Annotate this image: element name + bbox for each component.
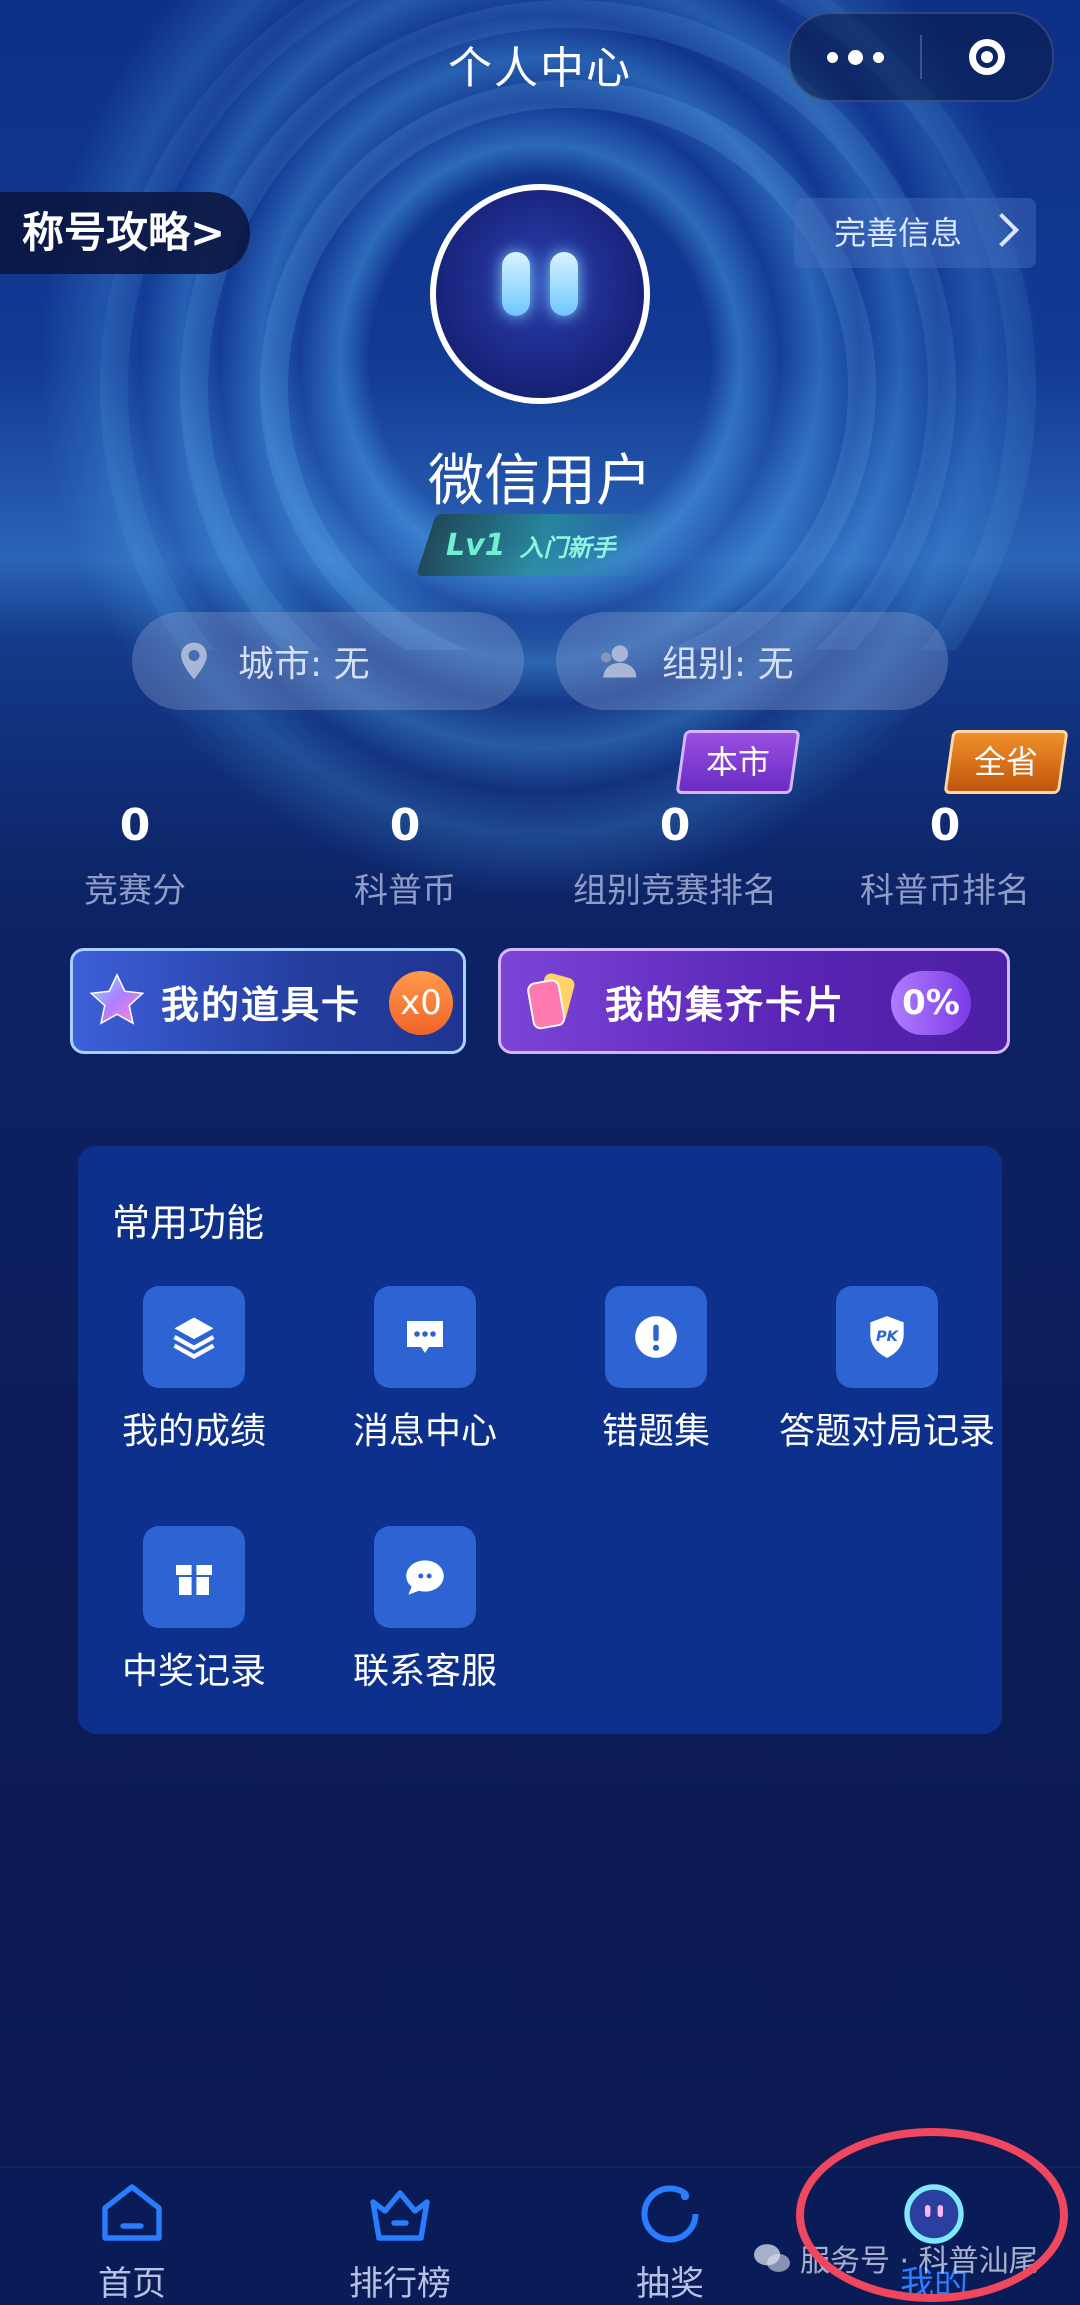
function-label: 答题对局记录 [778, 1411, 995, 1452]
tab-leaderboard[interactable]: 排行榜 [320, 2178, 480, 2305]
city-scope-tag: 本市 [675, 730, 801, 794]
stat-value: 0 [659, 800, 691, 851]
stat-coin-rank[interactable]: 0 科普币排名 [810, 800, 1080, 912]
pk-shield-icon: PK [870, 1316, 904, 1358]
function-label: 消息中心 [352, 1411, 497, 1452]
prop-cards-button[interactable]: 我的道具卡 x0 [70, 948, 466, 1054]
username: 微信用户 [428, 449, 652, 514]
svg-text:PK: PK [876, 1328, 900, 1345]
collected-cards-button[interactable]: 我的集齐卡片 0% [498, 948, 1010, 1054]
stat-group-rank[interactable]: 0 组别竞赛排名 [540, 800, 810, 912]
exclamation-icon [635, 1316, 677, 1358]
city-label: 城市: 无 [238, 644, 370, 685]
avatar-eye-right [550, 252, 578, 316]
function-label: 联系客服 [352, 1651, 497, 1692]
rank-title: 入门新手 [519, 533, 616, 562]
stat-competition-score[interactable]: 0 竞赛分 [0, 800, 270, 912]
prop-cards-label: 我的道具卡 [161, 982, 362, 1027]
message-icon [407, 1321, 443, 1353]
tab-label: 排行榜 [349, 2264, 451, 2304]
collected-cards-label: 我的集齐卡片 [605, 982, 846, 1027]
chat-bubble-icon [406, 1560, 444, 1595]
function-prize-records[interactable]: 中奖记录 [78, 1526, 310, 1694]
function-label: 我的成绩 [121, 1411, 266, 1452]
tab-label: 抽奖 [636, 2264, 704, 2304]
level-label: Lv1 [446, 527, 506, 563]
avatar[interactable] [430, 184, 650, 404]
city-pill[interactable]: 城市: 无 [132, 612, 524, 710]
stat-label: 竞赛分 [84, 871, 186, 911]
stat-label: 科普币 [354, 871, 456, 911]
tab-label: 首页 [98, 2264, 166, 2304]
function-my-scores[interactable]: 我的成绩 [78, 1286, 310, 1454]
cards-stack-icon [527, 973, 575, 1030]
target-close-icon[interactable] [922, 39, 1052, 75]
complete-info-label: 完善信息 [834, 214, 963, 252]
tab-lottery[interactable]: 抽奖 [590, 2178, 750, 2305]
avatar-eye-left [502, 252, 530, 316]
level-badge: Lv1 入门新手 [415, 514, 667, 576]
gift-icon [176, 1565, 212, 1595]
miniprogram-capsule [788, 12, 1054, 102]
function-battle-records[interactable]: PK 答题对局记录 [771, 1286, 1003, 1454]
tab-home[interactable]: 首页 [52, 2178, 212, 2305]
star-icon [89, 972, 145, 1025]
province-scope-tag: 全省 [943, 730, 1069, 794]
more-dots-icon[interactable] [790, 49, 920, 65]
panel-title: 常用功能 [112, 1201, 265, 1245]
stat-label: 组别竞赛排名 [573, 871, 777, 911]
stat-value: 0 [389, 800, 421, 851]
complete-info-button[interactable]: 完善信息 [794, 198, 1036, 268]
layers-icon [173, 1317, 215, 1359]
stat-science-coins[interactable]: 0 科普币 [270, 800, 540, 912]
group-pill[interactable]: 组别: 无 [556, 612, 948, 710]
lottery-icon [641, 2185, 699, 2243]
function-contact-service[interactable]: 联系客服 [309, 1526, 541, 1694]
function-label: 错题集 [601, 1411, 710, 1452]
title-strategy-button[interactable]: 称号攻略> [0, 192, 250, 274]
stat-value: 0 [119, 800, 151, 851]
collect-percent-badge: 0% [891, 971, 971, 1035]
function-message-center[interactable]: 消息中心 [309, 1286, 541, 1454]
function-wrong-questions[interactable]: 错题集 [540, 1286, 772, 1454]
home-icon [102, 2184, 162, 2241]
chevron-right-icon [985, 213, 1019, 247]
group-label: 组别: 无 [662, 644, 794, 685]
stat-value: 0 [929, 800, 961, 851]
prop-count-badge: x0 [389, 971, 453, 1035]
function-label: 中奖记录 [121, 1651, 266, 1692]
crown-icon [370, 2190, 430, 2241]
location-pin-icon [181, 642, 207, 680]
stat-label: 科普币排名 [860, 871, 1030, 911]
common-functions-panel: 常用功能 我的成绩 消息中心 错题集 PK 答题对局记录 中奖记录 联系客服 [78, 1146, 1002, 1734]
user-group-icon [600, 645, 637, 678]
highlight-annotation-circle [796, 2128, 1068, 2302]
wechat-icon [754, 2244, 790, 2272]
